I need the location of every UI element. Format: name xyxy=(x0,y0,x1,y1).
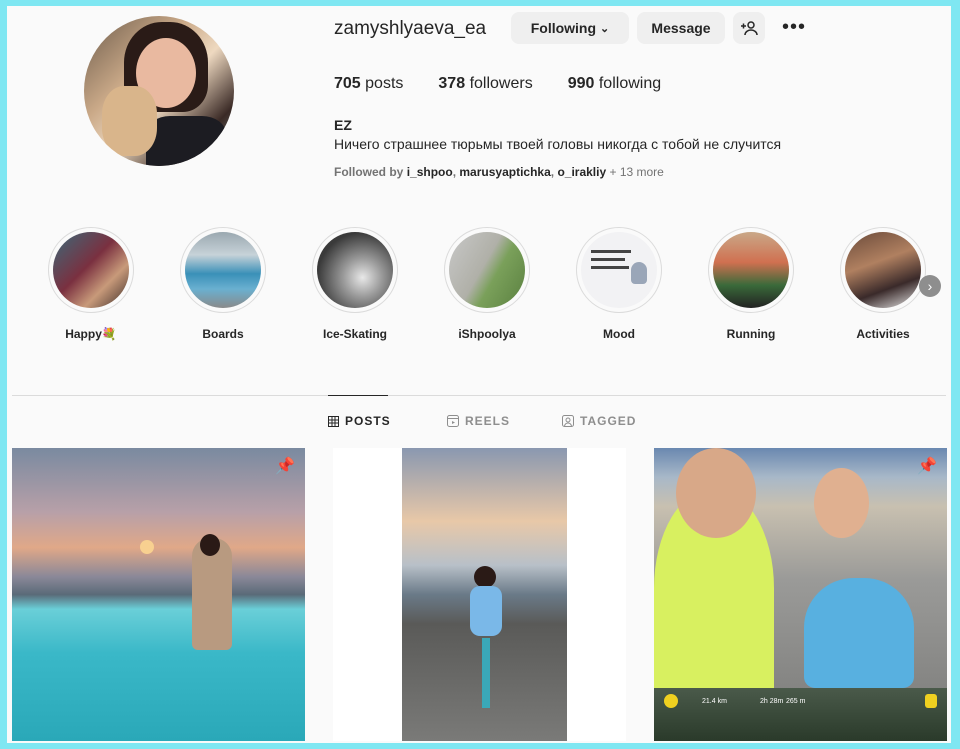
highlight-happy[interactable]: Happy💐 xyxy=(46,227,136,341)
highlights-next-button[interactable]: › xyxy=(919,275,941,297)
add-user-icon xyxy=(741,21,758,36)
pin-icon: 📌 xyxy=(275,458,295,475)
followed-by-more: + 13 more xyxy=(609,165,664,179)
highlight-label: Boards xyxy=(202,327,244,341)
followers-count: 378 xyxy=(438,75,466,92)
followers-label: followers xyxy=(469,75,533,92)
tab-reels[interactable]: REELS xyxy=(447,414,510,428)
highlight-ishpoolya[interactable]: iShpoolya xyxy=(442,227,532,341)
tab-label: TAGGED xyxy=(580,414,637,428)
highlight-ice-skating[interactable]: Ice-Skating xyxy=(310,227,400,341)
highlight-label: iShpoolya xyxy=(458,327,516,341)
map-stat-time: 2h 28m xyxy=(760,698,784,705)
following-label: following xyxy=(598,75,662,92)
post-thumbnail[interactable]: 📌 xyxy=(12,448,305,741)
message-button[interactable]: Message xyxy=(637,12,725,44)
active-tab-indicator xyxy=(328,395,388,396)
following-stat[interactable]: 990 following xyxy=(568,75,661,93)
map-stat-elevation: 265 m xyxy=(786,698,806,705)
highlight-label: Activities xyxy=(856,327,910,341)
profile-username: zamyshlyaeva_ea xyxy=(334,18,487,39)
highlight-label: Happy💐 xyxy=(65,327,117,341)
profile-name: EZ xyxy=(334,117,352,133)
chevron-right-icon: › xyxy=(927,278,933,294)
grid-icon xyxy=(328,415,339,427)
tag-icon xyxy=(562,415,574,427)
highlight-mood[interactable]: Mood xyxy=(574,227,664,341)
reels-icon xyxy=(447,415,459,427)
tab-posts[interactable]: POSTS xyxy=(328,414,391,428)
followed-by-account[interactable]: o_irakliy xyxy=(557,165,606,179)
posts-stat: 705 posts xyxy=(334,75,403,93)
profile-stats: 705 posts 378 followers 990 following xyxy=(334,75,661,93)
highlight-label: Ice-Skating xyxy=(322,327,388,341)
highlight-running[interactable]: Running xyxy=(706,227,796,341)
highlight-boards[interactable]: Boards xyxy=(178,227,268,341)
highlight-label: Running xyxy=(726,327,776,341)
following-button[interactable]: Following ⌄ xyxy=(511,12,629,44)
profile-avatar[interactable] xyxy=(84,16,234,166)
following-count: 990 xyxy=(567,75,595,92)
pin-icon: 📌 xyxy=(917,458,937,475)
more-options-icon[interactable]: ••• xyxy=(782,16,806,39)
profile-bio: Ничего страшнее тюрьмы твоей головы нико… xyxy=(334,136,782,152)
highlight-activities[interactable]: Activities xyxy=(838,227,928,341)
profile-page: zamyshlyaeva_ea Following ⌄ Message ••• … xyxy=(7,6,951,743)
followed-by-account[interactable]: marusyaptichka xyxy=(459,165,550,179)
map-badge-icon xyxy=(664,694,678,708)
tab-label: POSTS xyxy=(345,414,391,428)
posts-label: posts xyxy=(365,75,404,92)
chevron-down-icon: ⌄ xyxy=(600,22,610,35)
posts-count: 705 xyxy=(334,75,361,92)
post-thumbnail[interactable] xyxy=(333,448,626,741)
tabs-divider xyxy=(12,395,946,396)
map-stat-distance: 21.4 km xyxy=(702,698,727,705)
post-thumbnail[interactable]: 21.4 km 2h 28m 265 m 📌 xyxy=(654,448,947,741)
highlight-label: Mood xyxy=(603,327,635,341)
suggest-users-button[interactable] xyxy=(733,12,765,44)
followers-stat[interactable]: 378 followers xyxy=(438,75,532,93)
followed-by-account[interactable]: i_shpoo xyxy=(407,165,453,179)
tab-tagged[interactable]: TAGGED xyxy=(562,414,636,428)
following-button-label: Following xyxy=(530,20,597,36)
tab-label: REELS xyxy=(465,414,511,428)
followed-by[interactable]: Followed by i_shpoo, marusyaptichka, o_i… xyxy=(334,165,664,179)
map-badge-icon xyxy=(925,694,937,708)
followed-by-prefix: Followed by xyxy=(334,165,404,179)
